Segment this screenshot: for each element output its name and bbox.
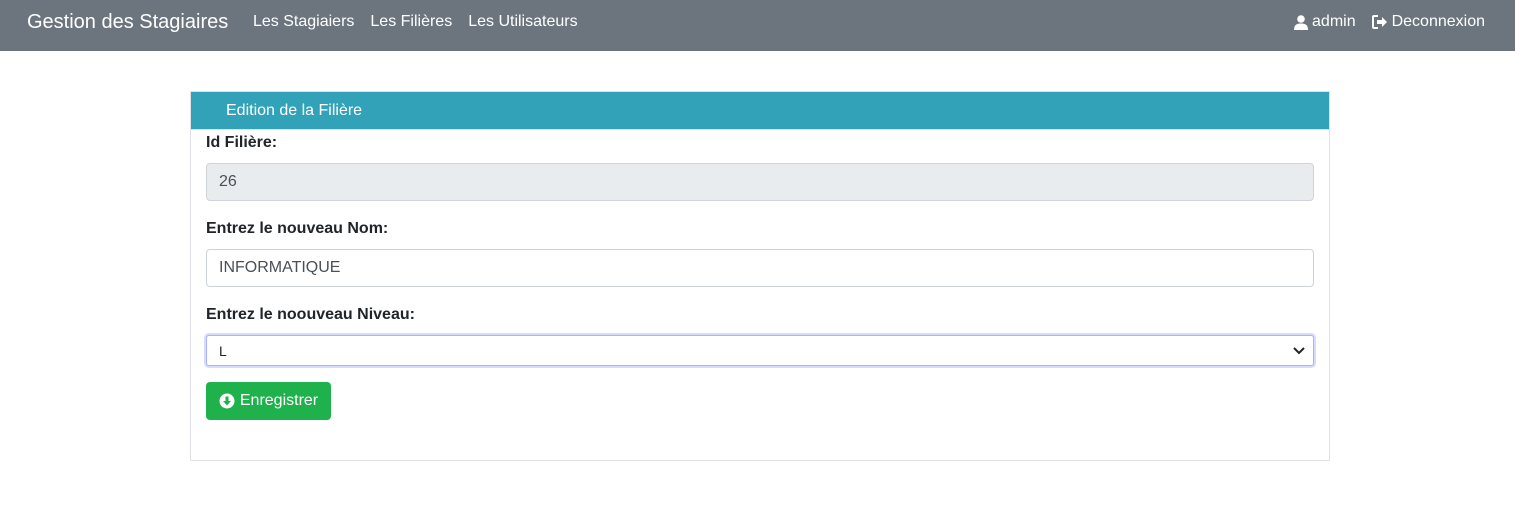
user-menu[interactable]: admin — [1294, 13, 1356, 31]
user-name: admin — [1312, 13, 1356, 30]
id-filiere-value: 26 — [219, 173, 237, 190]
sign-out-icon — [1371, 15, 1387, 29]
nav-right: admin Deconnexion — [1278, 13, 1485, 31]
nav-links: Les Stagiaiers Les Filières Les Utilisat… — [245, 13, 586, 31]
id-filiere-label: Id Filière: — [206, 134, 278, 151]
save-label: Enregistrer — [239, 392, 319, 409]
nav-link-filieres[interactable]: Les Filières — [362, 13, 460, 31]
nom-input[interactable]: INFORMATIQUE — [206, 249, 1314, 287]
top-navbar: Gestion des Stagiaires Les Stagiaiers Le… — [0, 0, 1515, 51]
chevron-down-icon — [1293, 346, 1305, 354]
niveau-label: Entrez le noouveau Niveau: — [206, 306, 415, 323]
nom-value: INFORMATIQUE — [219, 259, 341, 276]
card-header-title: Edition de la Filière — [191, 92, 1329, 130]
logout-link[interactable]: Deconnexion — [1371, 13, 1485, 31]
nom-label: Entrez le nouveau Nom: — [206, 220, 389, 237]
logout-label: Deconnexion — [1391, 13, 1485, 30]
nav-link-utilisateurs[interactable]: Les Utilisateurs — [460, 13, 585, 31]
nav-link-stagiaires[interactable]: Les Stagiaiers — [245, 13, 362, 31]
brand-title[interactable]: Gestion des Stagiaires — [27, 11, 228, 34]
niveau-select[interactable]: L — [206, 335, 1314, 366]
user-icon — [1294, 14, 1309, 30]
save-button[interactable]: Enregistrer — [206, 382, 331, 420]
edit-filiere-card: Edition de la Filière Id Filière: 26 Ent… — [190, 91, 1330, 461]
id-filiere-field: 26 — [206, 163, 1314, 201]
arrow-circle-down-icon — [219, 393, 235, 409]
niveau-value: L — [219, 342, 227, 359]
